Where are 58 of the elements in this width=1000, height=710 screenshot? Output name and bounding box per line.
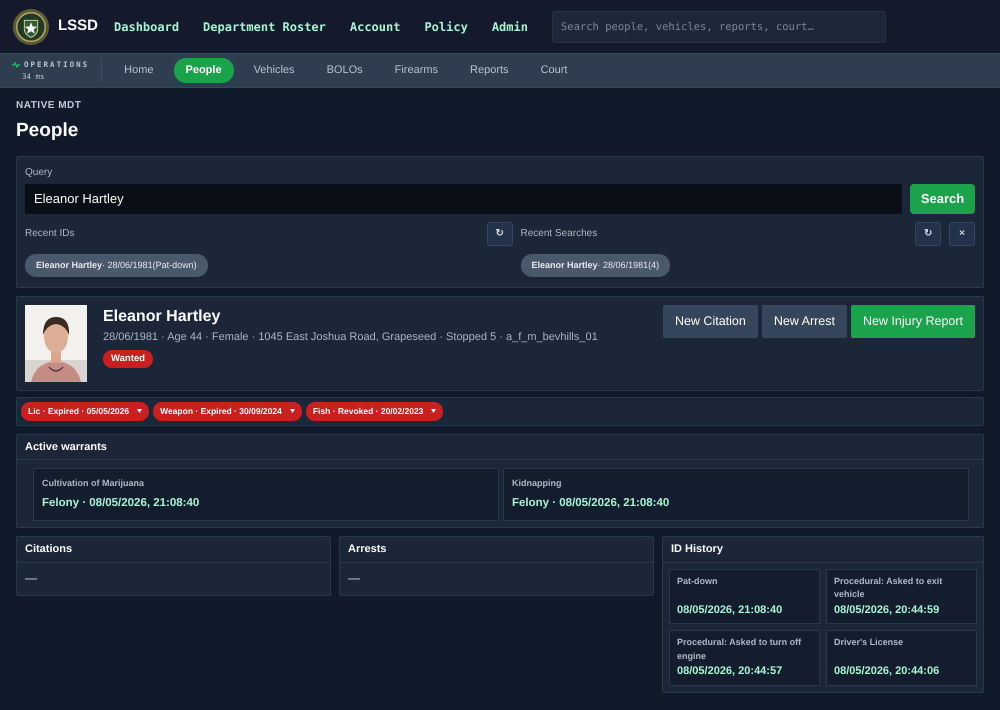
nav-tab[interactable]: Firearms xyxy=(382,58,450,83)
panel-title: Citations xyxy=(17,537,330,562)
search-button[interactable]: Search xyxy=(910,184,975,214)
warrant-detail: Felony · 08/05/2026, 21:08:40 xyxy=(512,496,670,511)
brand-name: LSSD xyxy=(58,16,98,36)
nav-tab[interactable]: Home xyxy=(112,58,166,83)
person-name: Eleanor Hartley xyxy=(103,307,222,327)
history-time: 08/05/2026, 20:44:57 xyxy=(677,664,784,679)
warrant-charge: Cultivation of Marijuana xyxy=(42,477,146,490)
panel-title: ID History xyxy=(663,537,983,562)
history-time: 08/05/2026, 21:08:40 xyxy=(677,602,784,618)
recent-chip[interactable]: Eleanor Hartley· 28/06/1981(Pat-down) xyxy=(25,254,208,277)
nav-tab[interactable]: BOLOs xyxy=(314,58,375,83)
recent-chip[interactable]: Eleanor Hartley· 28/06/1981(4) xyxy=(520,254,670,277)
field-label: Query xyxy=(25,166,54,180)
page-eyebrow: NATIVE MDT xyxy=(16,99,82,113)
license-tag[interactable]: Fish · Revoked · 20/02/2023 xyxy=(306,402,444,421)
status-badge: Wanted xyxy=(103,350,153,368)
action-button[interactable]: New Arrest xyxy=(762,305,847,338)
section-label: Recent Searches xyxy=(520,227,598,241)
action-button[interactable]: New Injury Report xyxy=(850,305,975,338)
panel-title: Arrests xyxy=(340,537,653,562)
history-reason: Procedural: Asked to turn off engine xyxy=(677,636,802,663)
history-reason: Driver's License xyxy=(834,636,904,649)
license-tag[interactable]: Lic · Expired · 05/05/2026 xyxy=(21,402,150,421)
nav-link[interactable]: Policy xyxy=(424,18,468,36)
nav-link[interactable]: Dashboard xyxy=(114,18,180,36)
warrant-charge: Kidnapping xyxy=(512,477,562,490)
empty-text: — xyxy=(347,570,361,586)
action-button[interactable]: New Citation xyxy=(662,305,758,338)
caret-icon xyxy=(290,409,295,414)
license-tag[interactable]: Weapon · Expired · 30/09/2024 xyxy=(153,402,302,421)
badge-logo-icon xyxy=(12,8,50,46)
search-field[interactable]: Search people, vehicles, reports, court… xyxy=(552,10,886,42)
pulse-icon xyxy=(12,62,20,68)
caret-icon xyxy=(137,409,142,414)
refresh-button[interactable]: ↻ xyxy=(915,222,942,246)
refresh-button[interactable]: ↻ xyxy=(486,222,513,246)
page-title: People xyxy=(16,119,80,143)
nav-tab[interactable]: Reports xyxy=(458,58,521,83)
nav-tab[interactable]: Vehicles xyxy=(242,58,307,83)
person-details: 28/06/1981 · Age 44 · Female · 1045 East Joshua Road, Grapeseed · Stopped 5 · a_f_m_bevhills_01 xyxy=(103,330,598,345)
query-field[interactable]: Eleanor Hartley xyxy=(25,184,902,214)
nav-link[interactable]: Admin xyxy=(492,18,528,36)
section-label: Recent IDs xyxy=(25,227,74,241)
warrant-detail: Felony · 08/05/2026, 21:08:40 xyxy=(42,496,200,511)
history-time: 08/05/2026, 20:44:06 xyxy=(834,664,940,679)
caret-icon xyxy=(431,409,436,414)
close-button[interactable]: × xyxy=(949,222,976,246)
history-reason: Procedural: Asked to exit vehicle xyxy=(834,574,944,601)
nav-tab[interactable]: People xyxy=(174,58,234,83)
history-time: 08/05/2026, 20:44:59 xyxy=(834,602,940,618)
nav-tab[interactable]: Court xyxy=(528,58,580,83)
empty-text: — xyxy=(24,570,38,586)
nav-link[interactable]: Account xyxy=(350,18,400,36)
panel-title: Active warrants xyxy=(17,434,983,460)
history-reason: Pat-down xyxy=(677,574,718,588)
nav-link[interactable]: Department Roster xyxy=(203,18,326,36)
